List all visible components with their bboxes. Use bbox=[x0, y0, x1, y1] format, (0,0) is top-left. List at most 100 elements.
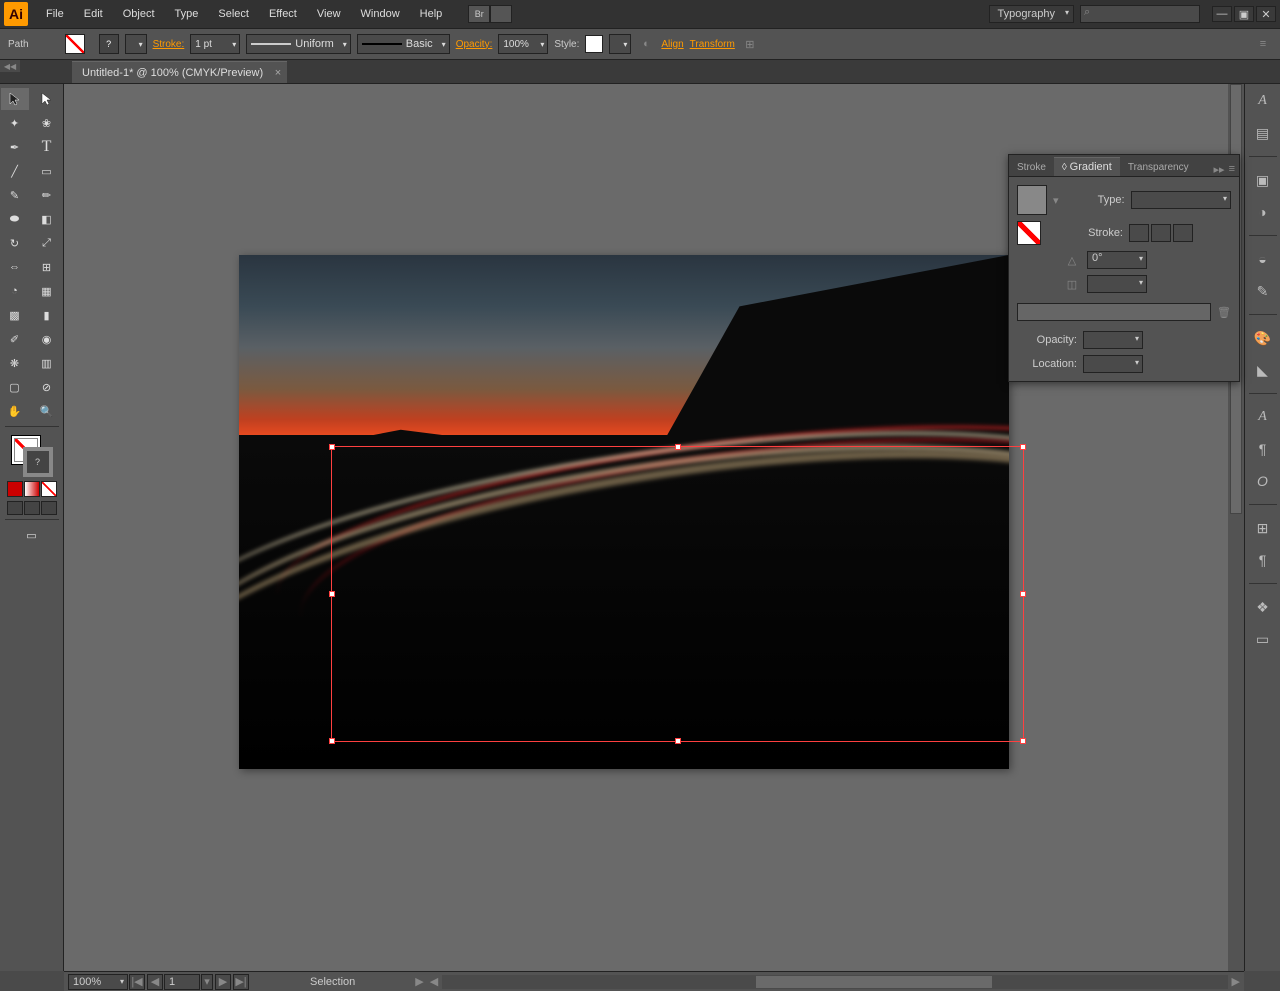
rectangle-tool[interactable]: ▭ bbox=[33, 160, 61, 182]
isolate-object-icon[interactable]: ⊞ bbox=[741, 35, 759, 53]
char-styles-icon[interactable]: ¶ bbox=[1250, 547, 1276, 573]
panel-collapse-icon[interactable]: ▸▸ bbox=[1214, 163, 1225, 176]
eraser-tool[interactable]: ◧ bbox=[33, 208, 61, 230]
selection-handle[interactable] bbox=[1020, 591, 1026, 597]
mesh-tool[interactable]: ▩ bbox=[1, 304, 29, 326]
appearance-panel-icon[interactable]: A bbox=[1250, 404, 1276, 430]
hand-tool[interactable]: ✋ bbox=[1, 400, 29, 422]
draw-normal-mode[interactable] bbox=[7, 501, 23, 515]
gradient-aspect-input[interactable] bbox=[1087, 275, 1147, 293]
stroke-weight-input[interactable]: 1 pt bbox=[190, 34, 240, 54]
variable-width-profile-dropdown[interactable]: Uniform bbox=[246, 34, 351, 54]
stroke-swatch-large[interactable] bbox=[23, 447, 53, 477]
zoom-level-input[interactable]: 100% bbox=[68, 974, 128, 990]
stroke-apply-within[interactable] bbox=[1129, 224, 1149, 242]
type-tool[interactable]: T bbox=[33, 136, 61, 158]
eyedropper-tool[interactable]: ✐ bbox=[1, 328, 29, 350]
menu-help[interactable]: Help bbox=[410, 0, 453, 28]
collapse-toolbox-icon[interactable]: ◀◀ bbox=[0, 60, 20, 72]
selection-tool[interactable] bbox=[1, 88, 29, 110]
selection-handle[interactable] bbox=[329, 738, 335, 744]
fill-swatch[interactable] bbox=[65, 34, 85, 54]
character-panel-icon[interactable]: A bbox=[1250, 88, 1276, 114]
close-tab-icon[interactable]: × bbox=[275, 67, 281, 79]
zoom-tool[interactable]: 🔍 bbox=[33, 400, 61, 422]
symbol-sprayer-tool[interactable]: ❋ bbox=[1, 352, 29, 374]
draw-behind-mode[interactable] bbox=[24, 501, 40, 515]
menu-object[interactable]: Object bbox=[113, 0, 165, 28]
stroke-swatch[interactable]: ? bbox=[99, 34, 119, 54]
slice-tool[interactable]: ⊘ bbox=[33, 376, 61, 398]
menu-select[interactable]: Select bbox=[208, 0, 259, 28]
menu-type[interactable]: Type bbox=[165, 0, 209, 28]
gradient-preview[interactable] bbox=[1017, 185, 1047, 215]
close-button[interactable]: ✕ bbox=[1256, 6, 1276, 22]
prev-artboard-button[interactable]: ◀ bbox=[147, 974, 163, 990]
stroke-apply-along[interactable] bbox=[1151, 224, 1171, 242]
paintbrush-tool[interactable]: ✎ bbox=[1, 184, 29, 206]
menu-window[interactable]: Window bbox=[351, 0, 410, 28]
gradient-tool[interactable]: ▮ bbox=[33, 304, 61, 326]
delete-stop-icon[interactable]: 🗑 bbox=[1217, 306, 1231, 319]
maximize-button[interactable]: ▣ bbox=[1234, 6, 1254, 22]
gradient-stop-opacity-input[interactable] bbox=[1083, 331, 1143, 349]
gradient-angle-input[interactable]: 0° bbox=[1087, 251, 1147, 269]
color-panel-icon[interactable]: ▣ bbox=[1250, 167, 1276, 193]
gradient-stop-location-input[interactable] bbox=[1083, 355, 1143, 373]
pencil-tool[interactable]: ✏ bbox=[33, 184, 61, 206]
direct-selection-tool[interactable] bbox=[33, 88, 61, 110]
menu-edit[interactable]: Edit bbox=[74, 0, 113, 28]
last-artboard-button[interactable]: ▶| bbox=[233, 974, 249, 990]
gradient-fill-swatch[interactable] bbox=[1017, 221, 1041, 245]
brushes-panel-icon[interactable]: ✎ bbox=[1250, 278, 1276, 304]
gradient-ramp[interactable] bbox=[1017, 303, 1211, 321]
gradient-type-dropdown[interactable] bbox=[1131, 191, 1231, 209]
selection-bounding-box[interactable] bbox=[331, 446, 1024, 742]
align-panel-link[interactable]: Align bbox=[661, 39, 683, 50]
recolor-artwork-icon[interactable]: ◐ bbox=[637, 35, 655, 53]
artboard-number-input[interactable]: 1 bbox=[164, 974, 200, 990]
pen-tool[interactable]: ✒ bbox=[1, 136, 29, 158]
horizontal-scrollbar[interactable] bbox=[442, 975, 1227, 989]
opacity-input[interactable]: 100% bbox=[498, 34, 548, 54]
selection-handle[interactable] bbox=[329, 444, 335, 450]
selection-handle[interactable] bbox=[675, 444, 681, 450]
graphic-styles-icon[interactable]: ¶ bbox=[1250, 436, 1276, 462]
menu-file[interactable]: File bbox=[36, 0, 74, 28]
bridge-button[interactable]: Br bbox=[468, 5, 490, 23]
fill-stroke-control[interactable] bbox=[11, 435, 53, 477]
hscroll-left-icon[interactable]: ◀ bbox=[430, 975, 438, 988]
stroke-panel-icon[interactable]: 🎨 bbox=[1250, 325, 1276, 351]
status-menu-icon[interactable]: ▶ bbox=[415, 975, 423, 988]
brush-definition-dropdown[interactable]: Basic bbox=[357, 34, 450, 54]
color-mode-gradient[interactable] bbox=[24, 481, 40, 497]
swatches-panel-icon[interactable]: ◒ bbox=[1250, 246, 1276, 272]
color-mode-solid[interactable] bbox=[7, 481, 23, 497]
transform-panel-link[interactable]: Transform bbox=[690, 39, 735, 50]
menu-effect[interactable]: Effect bbox=[259, 0, 307, 28]
glyphs-panel-icon[interactable]: ⊞ bbox=[1250, 515, 1276, 541]
document-tab[interactable]: Untitled-1* @ 100% (CMYK/Preview) × bbox=[72, 61, 287, 83]
hscroll-right-icon[interactable]: ▶ bbox=[1232, 975, 1240, 988]
magic-wand-tool[interactable]: ✦ bbox=[1, 112, 29, 134]
stroke-color-dropdown[interactable] bbox=[125, 34, 147, 54]
color-guide-panel-icon[interactable]: ◑ bbox=[1250, 199, 1276, 225]
first-artboard-button[interactable]: |◀ bbox=[129, 974, 145, 990]
color-mode-none[interactable] bbox=[41, 481, 57, 497]
blob-brush-tool[interactable]: ⬬ bbox=[1, 208, 29, 230]
paragraph-panel-icon[interactable]: ▤ bbox=[1250, 120, 1276, 146]
perspective-grid-tool[interactable]: ▦ bbox=[33, 280, 61, 302]
layers-panel-icon[interactable]: ❖ bbox=[1250, 594, 1276, 620]
shape-builder-tool[interactable]: ◔ bbox=[1, 280, 29, 302]
panel-tab-transparency[interactable]: Transparency bbox=[1120, 159, 1197, 176]
next-artboard-button[interactable]: ▶ bbox=[215, 974, 231, 990]
minimize-button[interactable]: — bbox=[1212, 6, 1232, 22]
column-graph-tool[interactable]: ▥ bbox=[33, 352, 61, 374]
panel-tab-stroke[interactable]: Stroke bbox=[1009, 159, 1054, 176]
screen-mode-button[interactable]: ▭ bbox=[18, 524, 46, 546]
graphic-style-dropdown[interactable] bbox=[609, 34, 631, 54]
free-transform-tool[interactable]: ⊞ bbox=[33, 256, 61, 278]
blend-tool[interactable]: ◉ bbox=[33, 328, 61, 350]
selection-handle[interactable] bbox=[1020, 444, 1026, 450]
lasso-tool[interactable]: ❀ bbox=[33, 112, 61, 134]
